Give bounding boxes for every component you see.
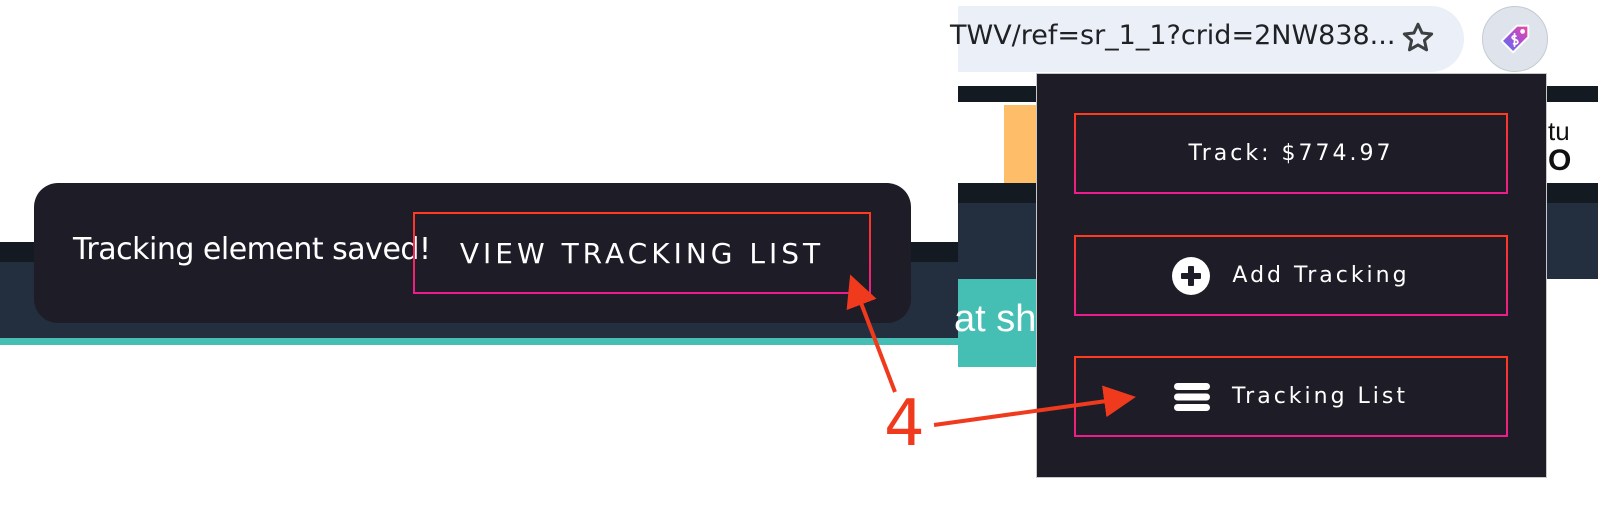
toast-message: Tracking element saved! — [73, 232, 431, 267]
track-price-button[interactable]: Track: $774.97 — [1074, 113, 1508, 194]
track-price-label: Track: $774.97 — [1188, 141, 1394, 166]
extension-button[interactable] — [1482, 6, 1548, 72]
page-teal-band — [0, 338, 960, 345]
view-tracking-list-button[interactable]: VIEW TRACKING LIST — [413, 212, 871, 294]
url-text: TWV/ref=sr_1_1?crid=2NW838... — [950, 20, 1396, 51]
page-partial-text: tu O — [1548, 116, 1571, 176]
page-partial-text-line2: O — [1548, 144, 1572, 177]
tracking-list-label: Tracking List — [1231, 384, 1409, 409]
price-tag-icon — [1500, 24, 1530, 54]
menu-lines-icon — [1173, 382, 1210, 411]
add-tracking-label: Add Tracking — [1232, 263, 1410, 288]
plus-circle-icon — [1172, 256, 1211, 295]
add-tracking-button[interactable]: Add Tracking — [1074, 235, 1508, 316]
banner-partial-text: at sh — [954, 298, 1037, 340]
star-outline-icon[interactable] — [1400, 20, 1436, 56]
tracking-list-button[interactable]: Tracking List — [1074, 356, 1508, 437]
page-partial-text-line1: tu — [1548, 116, 1570, 146]
annotation-step-number: 4 — [884, 387, 925, 461]
